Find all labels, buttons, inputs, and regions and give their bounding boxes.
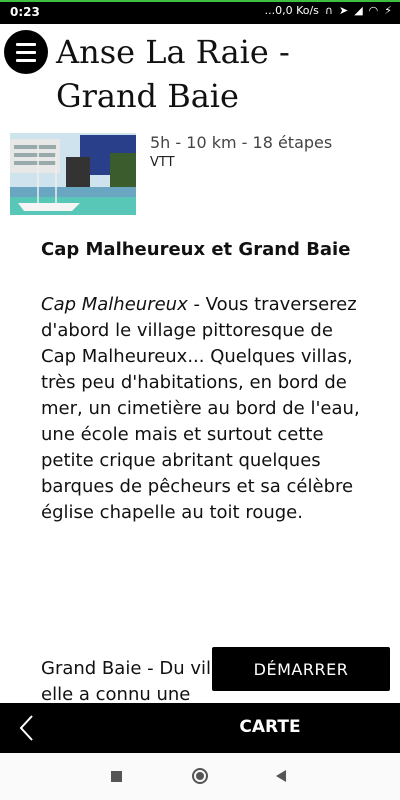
- status-time: 0:23: [10, 5, 40, 19]
- route-type: VTT: [150, 155, 175, 170]
- status-icons: ...0,0 Ko/s ∩ ➤ ◢ ◠ ⚡: [265, 4, 392, 17]
- description-paragraph: Cap Malheureux - Vous traverserez d'abor…: [41, 292, 361, 526]
- paragraph-lead: Cap Malheureux: [41, 294, 188, 315]
- hamburger-icon-bar: [16, 51, 36, 54]
- start-button[interactable]: DÉMARRER: [212, 647, 390, 691]
- hamburger-icon-bar: [16, 59, 36, 62]
- page-title: Anse La Raie - Grand Baie: [56, 33, 290, 115]
- menu-button[interactable]: [4, 30, 48, 74]
- status-bar: 0:23 ...0,0 Ko/s ∩ ➤ ◢ ◠ ⚡: [0, 0, 400, 24]
- status-accent-line: [0, 0, 400, 2]
- map-button[interactable]: CARTE: [200, 717, 340, 737]
- hamburger-icon: [16, 43, 36, 46]
- system-nav-bar: [0, 753, 400, 800]
- wifi-icon: ◠: [368, 4, 379, 17]
- bottom-action-bar: CARTE: [0, 703, 400, 753]
- back-chevron-icon[interactable]: [12, 713, 42, 743]
- home-icon[interactable]: [192, 768, 208, 784]
- network-speed: ...0,0 Ko/s: [264, 4, 319, 17]
- harbour-photo: [10, 133, 136, 215]
- route-thumbnail: [10, 133, 136, 215]
- location-icon: ➤: [338, 4, 349, 17]
- battery-icon: ⚡: [384, 4, 392, 17]
- back-icon[interactable]: [276, 770, 286, 782]
- section-heading: Cap Malheureux et Grand Baie: [41, 239, 351, 260]
- recents-icon[interactable]: [111, 771, 122, 782]
- paragraph-body: - Vous traverserez d'abord le village pi…: [41, 294, 360, 523]
- signal-icon: ◢: [354, 4, 363, 17]
- headset-icon: ∩: [324, 4, 333, 17]
- route-summary: 5h - 10 km - 18 étapes: [150, 133, 333, 152]
